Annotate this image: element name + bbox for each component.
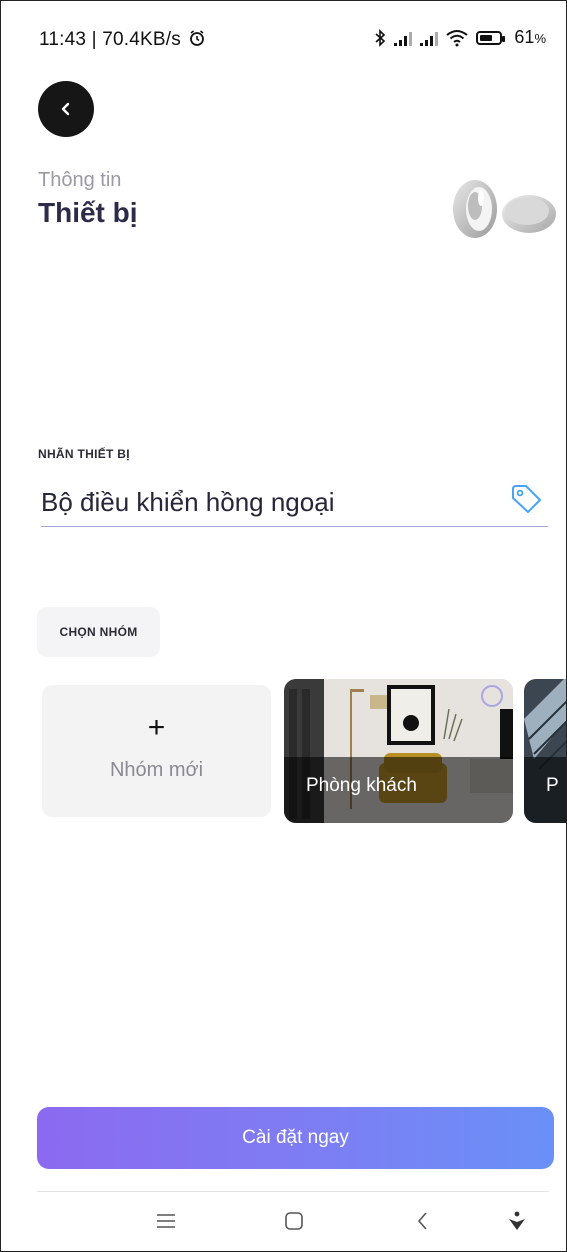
wifi-icon [446,29,469,46]
tag-icon[interactable] [509,483,545,515]
living-room-image [284,679,513,823]
page-title: Thiết bị [38,197,138,228]
device-label-input[interactable] [41,479,548,527]
back-icon [61,102,70,116]
battery-level-value: 61 [514,27,535,47]
battery-level-unit: % [534,31,546,46]
status-time-text: 11:43 | 70.4KB/s [39,29,181,50]
menu-icon[interactable] [154,1209,178,1233]
system-nav-bar [1,1197,566,1251]
new-group-button[interactable]: + Nhóm mới [42,685,271,817]
room-card-living-room[interactable]: Phòng khách [284,679,513,823]
group-section-label: CHỌN NHÓM [37,607,160,657]
page-subtitle: Thông tin [38,169,122,191]
status-bar: 11:43 | 70.4KB/s 61% [1,1,566,81]
back-button[interactable] [38,81,94,137]
room-next-image [524,679,566,823]
alarm-icon [190,30,205,46]
battery-icon [476,30,506,45]
signal-icon [420,30,439,46]
app-screen: 11:43 | 70.4KB/s 61% Thông tin Thiết bị … [0,0,567,1252]
install-now-button[interactable]: Cài đặt ngay [37,1107,554,1169]
device-image [453,180,556,238]
home-icon[interactable] [282,1209,306,1233]
back-nav-icon[interactable] [411,1209,435,1233]
accessibility-icon[interactable] [505,1209,529,1233]
nav-divider [37,1191,549,1192]
plus-icon: + [147,711,166,744]
room-card-next[interactable]: P [524,679,566,823]
status-icons: 61% [374,27,546,48]
device-label-caption: NHÃN THIẾT BỊ [38,447,130,461]
battery-level: 61% [514,27,546,48]
new-group-label: Nhóm mới [109,759,204,781]
status-time: 11:43 | 70.4KB/s [39,29,206,51]
bluetooth-icon [375,28,386,47]
room-select-radio[interactable] [481,685,503,707]
room-name-next: P [546,775,559,796]
signal-icon [394,30,413,46]
room-name-living-room: Phòng khách [306,775,417,796]
